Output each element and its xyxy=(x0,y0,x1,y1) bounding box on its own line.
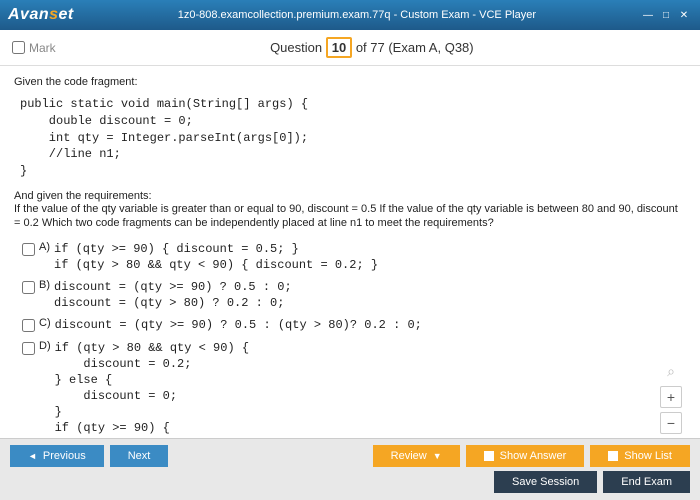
question-content: Given the code fragment: public static v… xyxy=(0,66,700,444)
option-a-code: if (qty >= 90) { discount = 0.5; } if (q… xyxy=(54,241,378,273)
window-title: 1z0-808.examcollection.premium.exam.77q … xyxy=(74,9,640,21)
logo: Avanset xyxy=(8,6,74,24)
previous-button[interactable]: Previous xyxy=(10,445,104,467)
minimize-icon[interactable]: — xyxy=(640,8,656,22)
intro-text: Given the code fragment: xyxy=(14,76,686,88)
zoom-in-button[interactable]: + xyxy=(660,386,682,408)
code-fragment: public static void main(String[] args) {… xyxy=(20,96,686,180)
option-c-code: discount = (qty >= 90) ? 0.5 : (qty > 80… xyxy=(55,317,422,333)
show-list-label: Show List xyxy=(624,450,672,462)
show-list-button[interactable]: Show List xyxy=(590,445,690,467)
next-button[interactable]: Next xyxy=(110,445,169,467)
show-answer-label: Show Answer xyxy=(500,450,567,462)
option-c[interactable]: C) discount = (qty >= 90) ? 0.5 : (qty >… xyxy=(22,317,686,333)
option-b[interactable]: B) discount = (qty >= 90) ? 0.5 : 0; dis… xyxy=(22,279,686,311)
option-c-label: C) xyxy=(39,317,51,329)
option-d[interactable]: D) if (qty > 80 && qty < 90) { discount … xyxy=(22,340,686,444)
footer-toolbar: Previous Next Review ▼ Show Answer Show … xyxy=(0,438,700,500)
maximize-icon[interactable]: □ xyxy=(658,8,674,22)
option-d-label: D) xyxy=(39,340,51,352)
mark-checkbox[interactable] xyxy=(12,41,25,54)
option-a-checkbox[interactable] xyxy=(22,243,35,256)
close-icon[interactable]: ✕ xyxy=(676,8,692,22)
option-d-code: if (qty > 80 && qty < 90) { discount = 0… xyxy=(55,340,249,444)
question-indicator: Question 10 of 77 (Exam A, Q38) xyxy=(56,40,688,55)
title-bar: Avanset 1z0-808.examcollection.premium.e… xyxy=(0,0,700,30)
zoom-controls: ⌕ + − xyxy=(660,360,682,434)
question-word: Question xyxy=(270,40,322,55)
end-exam-button[interactable]: End Exam xyxy=(603,471,690,493)
option-a[interactable]: A) if (qty >= 90) { discount = 0.5; } if… xyxy=(22,241,686,273)
requirements-title: And given the requirements: xyxy=(14,190,686,202)
option-a-label: A) xyxy=(39,241,50,253)
mark-label: Mark xyxy=(29,41,56,55)
checkbox-icon xyxy=(608,451,618,461)
option-c-checkbox[interactable] xyxy=(22,319,35,332)
question-header: Mark Question 10 of 77 (Exam A, Q38) xyxy=(0,30,700,66)
option-d-checkbox[interactable] xyxy=(22,342,35,355)
requirements-text: If the value of the qty variable is grea… xyxy=(14,202,686,231)
checkbox-icon xyxy=(484,451,494,461)
question-total: of 77 (Exam A, Q38) xyxy=(356,40,474,55)
zoom-out-button[interactable]: − xyxy=(660,412,682,434)
show-answer-button[interactable]: Show Answer xyxy=(466,445,585,467)
magnify-icon[interactable]: ⌕ xyxy=(660,360,682,382)
save-session-button[interactable]: Save Session xyxy=(494,471,597,493)
review-button[interactable]: Review ▼ xyxy=(373,445,460,467)
review-label: Review xyxy=(391,450,427,462)
option-b-code: discount = (qty >= 90) ? 0.5 : 0; discou… xyxy=(54,279,292,311)
window-controls: — □ ✕ xyxy=(640,8,692,22)
question-number: 10 xyxy=(326,37,352,58)
option-b-label: B) xyxy=(39,279,50,291)
option-b-checkbox[interactable] xyxy=(22,281,35,294)
